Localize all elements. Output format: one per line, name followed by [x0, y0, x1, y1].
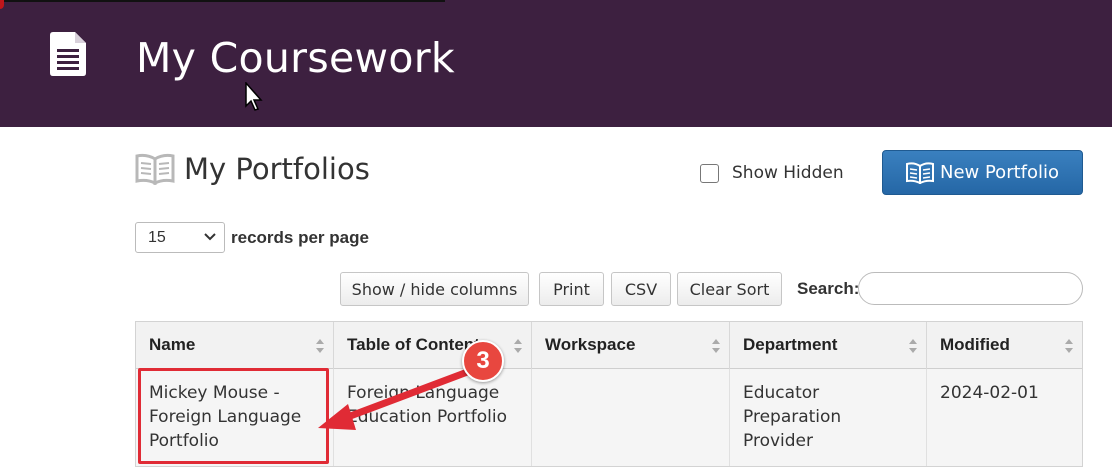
annotation-highlight-box: [138, 368, 329, 464]
show-hidden-checkbox[interactable]: [700, 163, 719, 183]
document-icon: [50, 32, 86, 76]
show-hidden-toggle[interactable]: Show Hidden: [700, 163, 844, 183]
cell-workspace: [532, 369, 730, 466]
book-icon: [905, 161, 934, 184]
sort-icon: [1065, 339, 1073, 353]
column-header-modified[interactable]: Modified: [927, 322, 1082, 369]
show-hide-columns-button[interactable]: Show / hide columns: [340, 272, 529, 306]
new-portfolio-label: New Portfolio: [939, 162, 1060, 183]
book-icon: [135, 153, 175, 185]
annotation-step-badge: 3: [462, 340, 504, 382]
records-per-page-select[interactable]: 15: [135, 222, 225, 253]
table-header: Name Table of Contents Workspace Departm…: [136, 322, 1082, 369]
sort-icon: [712, 339, 720, 353]
records-per-page-label: records per page: [231, 227, 369, 247]
page-title: My Coursework: [136, 34, 455, 82]
sort-icon: [909, 339, 917, 353]
column-header-department[interactable]: Department: [730, 322, 927, 369]
sort-icon: [514, 339, 522, 353]
column-header-name[interactable]: Name: [136, 322, 334, 369]
print-button[interactable]: Print: [539, 272, 604, 306]
clear-sort-button[interactable]: Clear Sort: [677, 272, 782, 306]
app-header: My Coursework: [0, 0, 1112, 127]
show-hidden-label: Show Hidden: [732, 163, 844, 183]
mouse-cursor-icon: [245, 82, 263, 111]
records-per-page: 15 records per page: [135, 222, 369, 253]
cell-modified: 2024-02-01: [940, 383, 1039, 403]
new-portfolio-button[interactable]: New Portfolio: [882, 150, 1083, 195]
column-header-workspace[interactable]: Workspace: [532, 322, 730, 369]
cell-table-of-contents: Foreign Language Education Portfolio: [334, 369, 532, 466]
top-edge-line: [0, 0, 445, 2]
search-input[interactable]: [858, 272, 1083, 305]
records-per-page-value: 15: [148, 228, 166, 246]
corner-marker: [0, 0, 4, 9]
csv-button[interactable]: CSV: [611, 272, 671, 306]
cell-department: Educator Preparation Provider: [730, 369, 927, 466]
portfolios-heading: My Portfolios: [135, 152, 370, 186]
section-title: My Portfolios: [184, 152, 370, 186]
search-label: Search:: [797, 279, 860, 298]
sort-icon: [316, 339, 324, 353]
chevron-down-icon: [204, 233, 216, 241]
